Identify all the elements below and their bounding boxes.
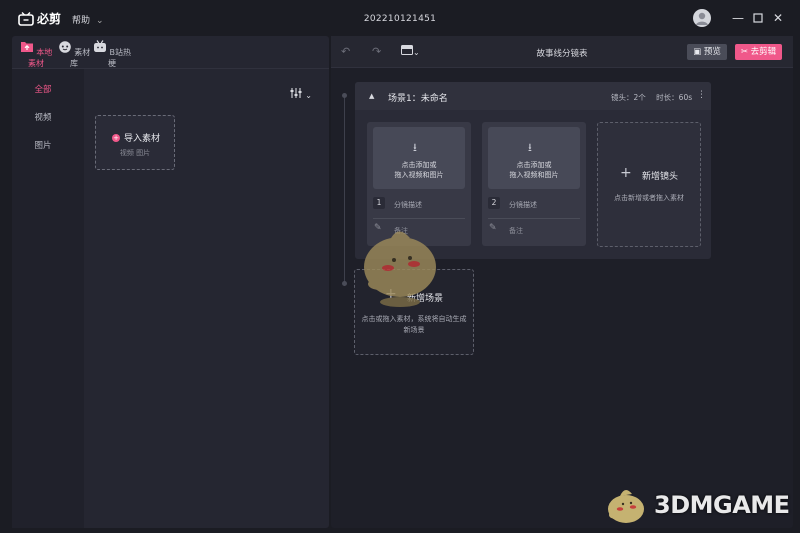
shot-description[interactable]: 分镜描述: [394, 200, 422, 210]
tv-logo-icon: [18, 11, 34, 26]
close-button[interactable]: ✕: [771, 11, 785, 25]
shot-hint-line2: 拖入视频和图片: [394, 171, 444, 179]
tab-material-library[interactable]: 素材库: [56, 40, 92, 69]
shot-media-dropzone[interactable]: ⭳ 点击添加或 拖入视频和图片: [488, 127, 580, 189]
app-name: 必剪: [37, 12, 62, 26]
download-tray-icon: ⭳: [528, 141, 532, 154]
filter-button[interactable]: ⌄: [290, 88, 312, 101]
mascot-face-icon: [58, 41, 71, 53]
shot-note[interactable]: 备注: [509, 226, 523, 236]
timeline-line: [344, 96, 345, 286]
shot-media-dropzone[interactable]: ⭳ 点击添加或 拖入视频和图片: [373, 127, 465, 189]
help-menu[interactable]: 帮助 ⌄: [72, 13, 104, 26]
divider: [488, 218, 580, 219]
preview-button[interactable]: ▣ 预览: [687, 44, 727, 60]
watermark: 3DMGAME: [602, 485, 790, 525]
tab-bilibili-memes[interactable]: B站热梗: [92, 40, 132, 69]
bilibili-tv-icon: [93, 40, 106, 52]
user-icon: [696, 12, 708, 25]
category-image[interactable]: 图片: [12, 139, 74, 151]
timeline-dot: [342, 93, 347, 98]
shot-description[interactable]: 分镜描述: [509, 200, 537, 210]
minimize-icon: —: [732, 11, 744, 25]
download-tray-icon: ⭳: [413, 141, 417, 154]
watermark-mascot-icon: [608, 489, 644, 523]
go-edit-button[interactable]: ✂ 去剪辑: [735, 44, 782, 60]
tab-local-media[interactable]: 本地素材: [16, 40, 56, 69]
category-list: 全部 视频 图片: [12, 69, 84, 528]
media-panel: 本地素材 素材库 B站热梗 全部 视频 图片 ⌄ + 导入素材 视频 图片: [12, 36, 329, 528]
avatar[interactable]: [693, 9, 711, 27]
close-icon: ✕: [772, 11, 784, 25]
tab-material-library-label: 素材库: [70, 48, 91, 68]
shot-hint-line2: 拖入视频和图片: [509, 171, 559, 179]
chevron-down-icon: ⌄: [305, 91, 312, 100]
scissors-icon: ✂: [740, 47, 748, 57]
preview-icon: ▣: [693, 47, 702, 57]
add-shot-title: 新增镜头: [642, 172, 679, 182]
preview-label: 预览: [703, 47, 721, 57]
add-shot-button[interactable]: + 新增镜头 点击新增或者拖入素材: [597, 122, 701, 247]
scene-meta: 镜头：2个 时长：60s: [611, 92, 692, 103]
add-scene-subtitle: 点击或拖入素材，系统将自动生成新场景: [361, 315, 467, 334]
timeline-dot: [342, 281, 347, 286]
help-label: 帮助: [72, 16, 91, 26]
shot-number: 2: [488, 197, 500, 209]
plus-icon: +: [620, 165, 632, 181]
watermark-text: 3DMGAME: [654, 491, 790, 519]
media-tabs: 本地素材 素材库 B站热梗: [12, 36, 329, 69]
category-video[interactable]: 视频: [12, 111, 74, 123]
scene-duration: 时长：60s: [656, 93, 693, 102]
shot-hint-line1: 点击添加或: [401, 161, 437, 169]
import-media-card[interactable]: + 导入素材 视频 图片: [95, 115, 175, 170]
plus-badge-icon: +: [112, 133, 120, 142]
shot-card: ⭳ 点击添加或 拖入视频和图片 2 分镜描述 ✎ 备注: [482, 122, 586, 246]
edit-note-icon: ✎: [489, 223, 497, 233]
go-edit-label: 去剪辑: [750, 47, 777, 57]
minimize-button[interactable]: —: [731, 11, 745, 25]
tab-bilibili-memes-label: B站热梗: [108, 48, 132, 68]
chevron-down-icon: ⌄: [96, 16, 104, 26]
add-shot-subtitle: 点击新增或者拖入素材: [614, 194, 684, 202]
folder-upload-icon: [20, 42, 33, 52]
app-logo: 必剪: [18, 10, 61, 27]
title-bar: 必剪 帮助 ⌄ 202210121451 — ✕: [0, 0, 800, 36]
sliders-icon: [290, 88, 302, 98]
storyboard-toolbar: ↶ ↷ ⌄ 故事线分镜表 ▣ 预览 ✂ 去剪辑: [331, 36, 793, 68]
mascot-watermark-icon: [364, 231, 436, 307]
maximize-icon: [753, 13, 763, 23]
shot-number: 1: [373, 197, 385, 209]
more-options-icon[interactable]: ⋮: [697, 90, 706, 100]
collapse-icon[interactable]: ▲: [369, 92, 374, 100]
import-media-subtitle: 视频 图片: [119, 149, 151, 157]
maximize-button[interactable]: [751, 11, 765, 25]
import-media-title: 导入素材: [124, 134, 161, 144]
window-title: 202210121451: [363, 14, 437, 24]
category-all[interactable]: 全部: [12, 83, 74, 95]
shot-count: 镜头：2个: [611, 93, 646, 102]
shot-hint-line1: 点击添加或: [516, 161, 552, 169]
divider: [373, 218, 465, 219]
scene-header[interactable]: ▲ 场景1：未命名 镜头：2个 时长：60s ⋮: [355, 82, 711, 110]
scene-name[interactable]: 场景1：未命名: [388, 91, 448, 104]
